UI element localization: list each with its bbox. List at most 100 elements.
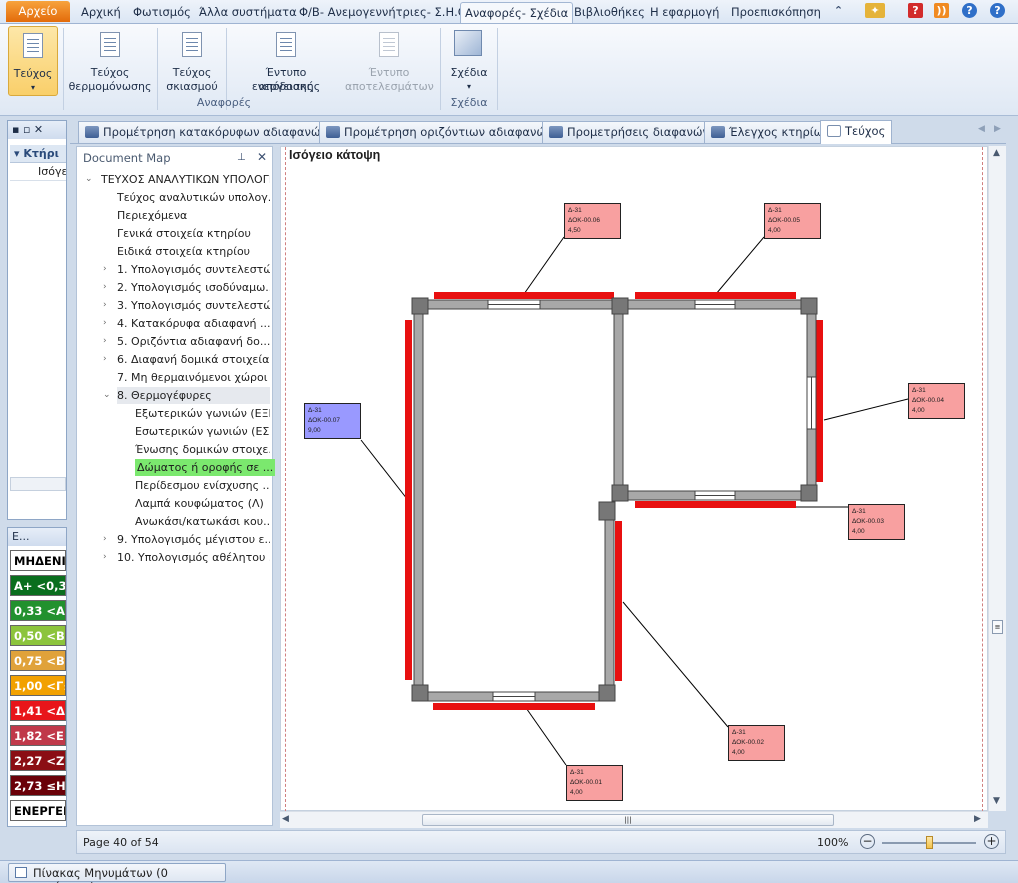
- chevron-right-icon[interactable]: ›: [103, 264, 107, 274]
- horizontal-scrollbar[interactable]: ◀ ||| ▶: [280, 811, 988, 828]
- building-panel-header: ▪ ▫ ✕: [8, 121, 66, 139]
- chevron-down-icon[interactable]: ⌄: [103, 390, 111, 400]
- chevron-right-icon[interactable]: ›: [103, 534, 107, 544]
- tab-building-check[interactable]: Έλεγχος κτηρίων: [704, 121, 837, 143]
- document-map-item[interactable]: Τεύχος αναλυτικών υπολογ...: [117, 189, 270, 206]
- chevron-right-icon[interactable]: ›: [103, 282, 107, 292]
- document-map-item[interactable]: 7. Μη θερμαινόμενοι χώροι: [117, 369, 270, 386]
- tab-transparent[interactable]: Προμετρήσεις διαφανών: [542, 121, 716, 143]
- document-map-item[interactable]: Ειδικά στοιχεία κτηρίου: [117, 243, 270, 260]
- floor-row[interactable]: Ισόγε: [10, 163, 66, 181]
- tab-report[interactable]: Τεύχος: [820, 120, 893, 144]
- label-line: ΔΟΚ-00.01: [570, 779, 603, 786]
- about-icon[interactable]: ?: [990, 3, 1005, 18]
- chevron-down-icon[interactable]: ⌄: [85, 174, 93, 184]
- scroll-left-icon[interactable]: ◀: [282, 814, 289, 824]
- document-map-item[interactable]: Ένωσης δομικών στοιχε...: [135, 441, 270, 458]
- document-map-item[interactable]: 5. Οριζόντια αδιαφανή δο...: [117, 333, 270, 350]
- thermal-bridge-label: Δ-31 ΔΟΚ-00.04 4,00: [908, 383, 965, 419]
- document-map-item[interactable]: 4. Κατακόρυφα αδιαφανή ...: [117, 315, 270, 332]
- document-map-item[interactable]: Εξωτερικών γωνιών (ΕΞΓ): [135, 405, 270, 422]
- pin-icon[interactable]: ⊥: [237, 152, 246, 163]
- document-map-item[interactable]: Ανωκάσι/κατωκάσι κου...: [135, 513, 270, 530]
- chevron-right-icon[interactable]: ›: [103, 552, 107, 562]
- scroll-down-icon[interactable]: ▼: [993, 796, 1000, 806]
- document-map-item[interactable]: 10. Υπολογισμός αθέλητου ...: [117, 549, 270, 566]
- zoom-out-icon[interactable]: −: [860, 834, 875, 849]
- document-map-item[interactable]: ΤΕΥΧΟΣ ΑΝΑΛΥΤΙΚΩΝ ΥΠΟΛΟΓΙΣ...: [101, 171, 270, 188]
- scroll-right-icon[interactable]: ▶: [974, 814, 981, 824]
- tools-icon[interactable]: ✦: [865, 3, 885, 18]
- help-icon[interactable]: ?: [908, 3, 923, 18]
- label-line: Δ-31: [912, 387, 926, 394]
- label-line: ΔΟΚ-00.03: [852, 518, 885, 525]
- messages-tab[interactable]: Πίνακας Μηνυμάτων (0 μηνύματα): [8, 863, 226, 883]
- chevron-right-icon[interactable]: ›: [103, 318, 107, 328]
- close-icon[interactable]: ✕: [257, 150, 267, 164]
- info-icon[interactable]: ?: [962, 3, 977, 18]
- label-line: Δ-31: [732, 729, 746, 736]
- tab-application[interactable]: Η εφαρμογή: [650, 2, 719, 23]
- collapse-ribbon-icon[interactable]: ⌃: [831, 3, 846, 18]
- document-map-item[interactable]: 6. Διαφανή δομικά στοιχεία: [117, 351, 270, 368]
- insulation-strip: [433, 703, 595, 710]
- leader-line: [823, 398, 909, 421]
- tab-pv[interactable]: Φ/Β- Ανεμογεννήτριες- Σ.Η.Θ.: [299, 2, 470, 23]
- chevron-right-icon[interactable]: ›: [103, 300, 107, 310]
- pin-icon[interactable]: ▪ ▫ ✕: [12, 123, 43, 136]
- leader-line: [523, 704, 567, 766]
- tab-lighting[interactable]: Φωτισμός: [133, 2, 191, 23]
- document-map-item[interactable]: 2. Υπολογισμός ισοδύναμω...: [117, 279, 270, 296]
- file-tab[interactable]: Αρχείο: [6, 1, 70, 22]
- rss-icon[interactable]: )): [934, 3, 949, 18]
- document-map-item[interactable]: Δώματος ή οροφής σε ...: [135, 459, 275, 476]
- document-map-item[interactable]: Γενικά στοιχεία κτηρίου: [117, 225, 270, 242]
- teuxos-button[interactable]: Τεύχος ▾: [8, 26, 58, 96]
- document-map-item[interactable]: Περιεχόμενα: [117, 207, 270, 224]
- insulation-strip: [635, 292, 796, 299]
- tab-icon: [326, 126, 340, 138]
- tab-icon: [549, 126, 563, 138]
- wall-corner: [800, 484, 818, 502]
- chevron-right-icon[interactable]: ›: [103, 336, 107, 346]
- group-label-drawings: Σχέδια: [450, 96, 488, 109]
- tab-home[interactable]: Αρχική: [81, 2, 121, 23]
- tab-libraries[interactable]: Βιβλιοθήκες: [574, 2, 645, 23]
- label-line: ΔΟΚ-00.07: [308, 417, 341, 424]
- wall: [604, 501, 615, 693]
- tab-icon: [85, 126, 99, 138]
- tab-other-systems[interactable]: Άλλα συστήματα: [199, 2, 297, 23]
- building-column-header[interactable]: ▾ Κτήρι: [10, 145, 66, 163]
- scroll-up-icon[interactable]: ▲: [993, 148, 1000, 158]
- label-line: Δ-31: [852, 508, 866, 515]
- page-indicator: Page 40 of 54: [83, 836, 159, 849]
- tab-scroll-left-icon[interactable]: ◀: [978, 124, 985, 134]
- scroll-thumb[interactable]: ≡: [992, 620, 1003, 634]
- document-map-item[interactable]: 3. Υπολογισμός συντελεστώ...: [117, 297, 270, 314]
- tab-icon: [711, 126, 725, 138]
- tab-reports[interactable]: Αναφορές- Σχέδια: [460, 2, 574, 23]
- tab-scroll-right-icon[interactable]: ▶: [994, 124, 1001, 134]
- document-map-item[interactable]: 1. Υπολογισμός συντελεστώ...: [117, 261, 270, 278]
- left-panel-hscroll[interactable]: [10, 477, 66, 491]
- table-icon: [15, 867, 27, 878]
- document-map-item[interactable]: 8. Θερμογέφυρες: [117, 387, 270, 404]
- wall-corner: [411, 684, 429, 702]
- document-map-item[interactable]: 9. Υπολογισμός μέγιστου ε...: [117, 531, 270, 548]
- group-label-reports: Αναφορές: [196, 96, 252, 109]
- tab-preview[interactable]: Προεπισκόπηση: [731, 2, 821, 23]
- document-map-item[interactable]: Εσωτερικών γωνιών (ΕΣΓ): [135, 423, 270, 440]
- thermal-bridge-label: Δ-31 ΔΟΚ-00.07 9,00: [304, 403, 361, 439]
- zoom-in-icon[interactable]: +: [984, 834, 999, 849]
- tab-vertical-opaque[interactable]: Προμέτρηση κατακόρυφων αδιαφανών: [78, 121, 334, 143]
- chevron-right-icon[interactable]: ›: [103, 354, 107, 364]
- document-map-item[interactable]: Περίδεσμου ενίσχυσης ...: [135, 477, 270, 494]
- zoom-slider-thumb[interactable]: [926, 836, 933, 849]
- document-map-item[interactable]: Λαμπά κουφώματος (Λ): [135, 495, 270, 512]
- vertical-scrollbar[interactable]: ▲ ≡ ▼: [988, 146, 1006, 811]
- document-tab-icon: [827, 125, 841, 137]
- tab-horizontal-opaque[interactable]: Προμέτρηση οριζόντιων αδιαφανών: [319, 121, 560, 143]
- thermal-bridge-label: Δ-31 ΔΟΚ-00.05 4,00: [764, 203, 821, 239]
- label-line: 9,00: [308, 427, 321, 434]
- hscroll-thumb[interactable]: |||: [422, 814, 834, 826]
